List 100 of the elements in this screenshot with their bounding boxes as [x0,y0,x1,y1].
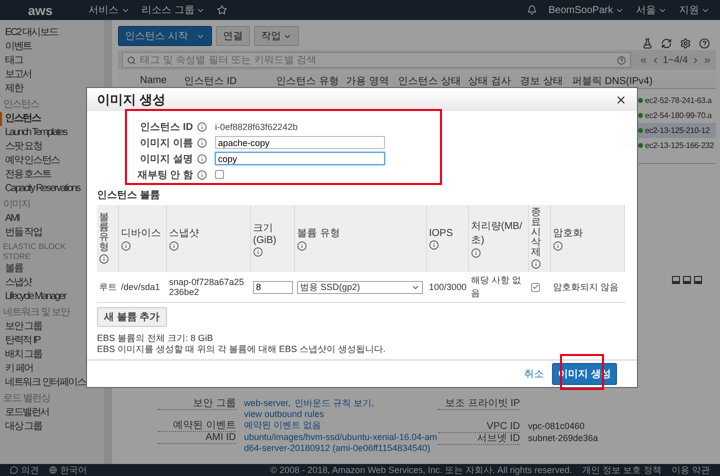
table-row[interactable]: ec2-13-125-210-12 [638,123,716,138]
sidebar-item[interactable]: 탄력적 IP [0,334,40,348]
field-label: 이미지 설명 [139,152,193,166]
detail-link[interactable]: 인바운드 규칙 보기, [294,398,374,409]
star-icon[interactable] [217,5,228,15]
region-menu[interactable]: 서울 [636,3,667,17]
checkbox[interactable] [531,282,540,292]
column-header[interactable]: 인스턴스 상태 [398,74,468,88]
text-input[interactable]: apache-copy [215,136,385,149]
sidebar-item[interactable]: 볼륨 [0,262,23,276]
feedback-link[interactable]: 의견 [10,464,39,476]
column-header[interactable]: 가용 영역 [346,74,398,88]
search-icon [127,56,136,64]
globe-icon [49,466,57,474]
size-input[interactable]: 8 [253,280,293,294]
bell-icon[interactable] [526,5,537,15]
language-link[interactable]: 한국어 [49,464,87,476]
page-count: 1~4/4 [662,54,688,66]
table-row[interactable]: ec2-52-78-241-63.a [638,93,716,108]
info-icon [531,259,541,269]
column-header[interactable]: 인스턴스 ID [184,74,276,88]
text-input[interactable]: copy [215,152,385,165]
checkbox[interactable] [215,170,224,179]
connect-button[interactable]: 연결 [216,26,250,46]
detail-link[interactable]: web-server, [244,398,291,409]
sidebar-item[interactable]: 배치 그룹 [0,348,42,362]
detail-link[interactable]: 예약된 이벤트 없음 [244,420,322,432]
sidebar-item[interactable]: EC2 대시보드 [0,26,58,40]
sidebar-item[interactable]: Capacity Reservations [0,182,80,196]
sidebar-item[interactable]: Lifecycle Manager [0,290,66,304]
info-icon [197,138,207,148]
volume-type-select[interactable]: 범용 SSD(gp2) [297,280,423,294]
sidebar-item[interactable]: 키 페어 [0,362,33,376]
status-icon [638,113,643,118]
menu-item[interactable]: 서비스 [88,3,130,17]
cancel-link[interactable]: 취소 [524,367,544,381]
detail-link[interactable]: view outbound rules [244,409,324,420]
column-header: 암호화 [551,205,625,272]
terms-link[interactable]: 이용 약관 [671,464,710,476]
actions-button[interactable]: 작업 [254,26,299,46]
help-icon[interactable] [699,38,710,48]
info-icon [197,170,207,180]
note-text: EBS 볼륨의 전체 크기: 8 GiB [97,333,214,344]
field-label: 재부팅 안 함 [136,168,193,182]
column-header[interactable]: 경보 상태 [520,74,572,88]
privacy-link[interactable]: 개인 정보 보호 정책 [582,464,662,476]
column-header: 스냅샷 [167,205,251,272]
column-header[interactable]: 퍼블릭 DNS(IPv4) [572,74,716,88]
info-icon [197,122,207,132]
first-page-icon[interactable] [638,56,648,64]
add-volume-button[interactable]: 새 볼륨 추가 [97,307,167,327]
sidebar-section: 네트워크 및 보안 [0,306,70,320]
info-icon [429,240,439,250]
flask-icon[interactable] [642,38,653,48]
sidebar-item[interactable]: 전용 호스트 [0,168,51,182]
table-row[interactable]: ec2-54-180-99-70.a [638,108,716,123]
next-page-icon[interactable] [691,56,700,64]
table-row[interactable]: ec2-13-125-166-232 [638,138,716,153]
aws-logo[interactable]: aws [28,2,53,18]
support-menu[interactable]: 지원 [679,3,710,17]
settings-icon[interactable] [680,38,691,48]
field-label: 인스턴스 ID [139,120,193,134]
sidebar-item[interactable]: 제한 [0,82,23,96]
help-icon[interactable] [616,56,626,64]
column-header: 크기(GiB) [251,205,295,272]
sidebar-item[interactable]: 네트워크 인터페이스 [0,376,86,390]
detail-link[interactable]: ubuntu/images/hvm-ssd/ubuntu-xenial-16.04-amd64-server-20180912 (ami-0e06ff1154834540) [244,432,438,454]
sidebar-item[interactable]: AMI [0,212,20,226]
column-header[interactable]: 상태 검사 [468,74,520,88]
menu-item[interactable]: 리소스 그룹 [142,3,206,17]
detail-label: AMI ID [158,432,236,444]
info-icon [99,254,109,264]
sidebar-item[interactable]: 스냅샷 [0,276,32,290]
info-icon [297,241,307,251]
sidebar-item[interactable]: 태그 [0,54,23,68]
last-page-icon[interactable] [703,56,712,64]
refresh-icon[interactable] [661,38,672,48]
status-icon [638,143,643,148]
sidebar-section: 인스턴스 [0,98,39,112]
sidebar-item[interactable]: 이벤트 [0,40,32,54]
column-header[interactable]: 인스턴스 유형 [276,74,346,88]
user-menu[interactable]: BeomSooPark [548,4,624,16]
sidebar-item[interactable]: 대상 그룹 [0,420,42,434]
info-icon [197,154,207,164]
sidebar-item[interactable]: Launch Templates [0,126,67,140]
table-cell: 루트 [97,272,119,303]
close-icon[interactable] [615,94,627,106]
sidebar-item[interactable]: 보고서 [0,68,32,82]
sidebar-item[interactable]: 로드밸런서 [0,406,50,420]
sidebar-item[interactable]: 보안 그룹 [0,320,42,334]
column-header[interactable]: Name [140,75,184,86]
sidebar-item[interactable]: 스팟 요청 [0,140,42,154]
sidebar-item[interactable]: 번들 작업 [0,226,42,240]
detail-label: 예약된 이벤트 [158,420,236,432]
sidebar-item[interactable]: 인스턴스 [0,112,40,126]
info-icon [121,241,131,251]
launch-instance-button[interactable]: 인스턴스 시작 [118,26,212,46]
detail-label: 보안 그룹 [158,398,236,410]
sidebar-item[interactable]: 예약 인스턴스 [0,154,60,168]
note-text: EBS 이미지를 생성할 때 위의 각 볼륨에 대해 EBS 스냅샷이 생성됩니다. [97,344,387,355]
